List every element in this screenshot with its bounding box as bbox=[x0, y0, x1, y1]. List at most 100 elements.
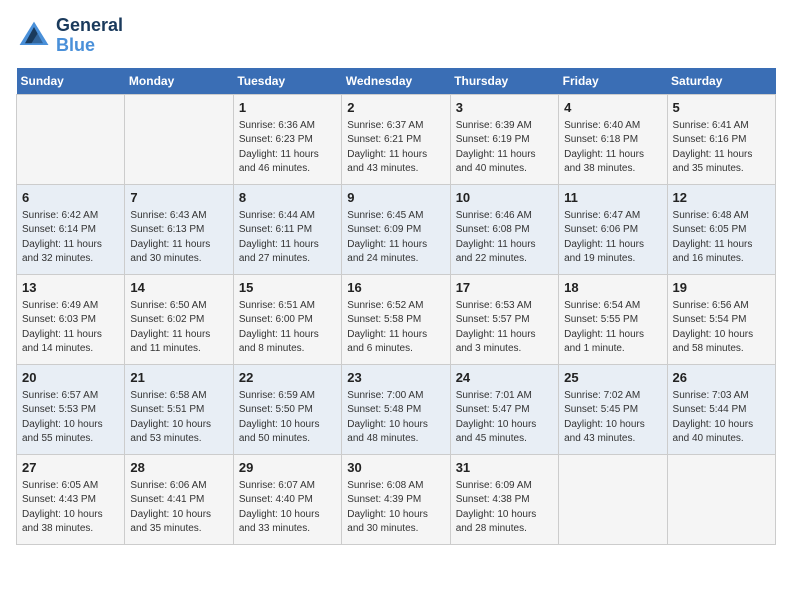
sunrise-label: Sunrise: 6:47 AM bbox=[564, 210, 640, 221]
calendar-cell: 5 Sunrise: 6:41 AM Sunset: 6:16 PM Dayli… bbox=[667, 94, 775, 184]
sunset-label: Sunset: 5:57 PM bbox=[456, 314, 530, 325]
sunset-label: Sunset: 6:21 PM bbox=[347, 134, 421, 145]
day-number: 5 bbox=[673, 99, 770, 117]
sunset-label: Sunset: 4:39 PM bbox=[347, 494, 421, 505]
weekday-header: Thursday bbox=[450, 68, 558, 95]
sunset-label: Sunset: 6:09 PM bbox=[347, 224, 421, 235]
sunrise-label: Sunrise: 6:45 AM bbox=[347, 210, 423, 221]
sunrise-label: Sunrise: 6:54 AM bbox=[564, 300, 640, 311]
weekday-header: Saturday bbox=[667, 68, 775, 95]
day-number: 7 bbox=[130, 189, 227, 207]
day-number: 1 bbox=[239, 99, 336, 117]
daylight-label: Daylight: 10 hours and 53 minutes. bbox=[130, 419, 211, 445]
sunset-label: Sunset: 6:02 PM bbox=[130, 314, 204, 325]
day-number: 17 bbox=[456, 279, 553, 297]
day-info: Sunrise: 6:41 AM Sunset: 6:16 PM Dayligh… bbox=[673, 119, 770, 177]
day-info: Sunrise: 6:58 AM Sunset: 5:51 PM Dayligh… bbox=[130, 389, 227, 447]
calendar-header: SundayMondayTuesdayWednesdayThursdayFrid… bbox=[17, 68, 776, 95]
sunrise-label: Sunrise: 6:36 AM bbox=[239, 120, 315, 131]
calendar-week-row: 6 Sunrise: 6:42 AM Sunset: 6:14 PM Dayli… bbox=[17, 184, 776, 274]
weekday-header: Monday bbox=[125, 68, 233, 95]
sunset-label: Sunset: 6:03 PM bbox=[22, 314, 96, 325]
sunrise-label: Sunrise: 6:40 AM bbox=[564, 120, 640, 131]
calendar-week-row: 27 Sunrise: 6:05 AM Sunset: 4:43 PM Dayl… bbox=[17, 454, 776, 544]
weekday-header: Friday bbox=[559, 68, 667, 95]
day-number: 4 bbox=[564, 99, 661, 117]
day-info: Sunrise: 6:44 AM Sunset: 6:11 PM Dayligh… bbox=[239, 209, 336, 267]
daylight-label: Daylight: 10 hours and 28 minutes. bbox=[456, 509, 537, 535]
day-info: Sunrise: 6:36 AM Sunset: 6:23 PM Dayligh… bbox=[239, 119, 336, 177]
sunset-label: Sunset: 4:40 PM bbox=[239, 494, 313, 505]
sunrise-label: Sunrise: 6:48 AM bbox=[673, 210, 749, 221]
logo-icon bbox=[16, 18, 52, 54]
day-info: Sunrise: 6:45 AM Sunset: 6:09 PM Dayligh… bbox=[347, 209, 444, 267]
sunrise-label: Sunrise: 7:01 AM bbox=[456, 390, 532, 401]
day-info: Sunrise: 7:02 AM Sunset: 5:45 PM Dayligh… bbox=[564, 389, 661, 447]
calendar-cell: 21 Sunrise: 6:58 AM Sunset: 5:51 PM Dayl… bbox=[125, 364, 233, 454]
daylight-label: Daylight: 10 hours and 55 minutes. bbox=[22, 419, 103, 445]
daylight-label: Daylight: 11 hours and 32 minutes. bbox=[22, 239, 102, 265]
calendar-cell bbox=[667, 454, 775, 544]
daylight-label: Daylight: 10 hours and 35 minutes. bbox=[130, 509, 211, 535]
calendar-cell: 24 Sunrise: 7:01 AM Sunset: 5:47 PM Dayl… bbox=[450, 364, 558, 454]
calendar-cell: 14 Sunrise: 6:50 AM Sunset: 6:02 PM Dayl… bbox=[125, 274, 233, 364]
calendar-cell bbox=[17, 94, 125, 184]
daylight-label: Daylight: 10 hours and 58 minutes. bbox=[673, 329, 754, 355]
sunrise-label: Sunrise: 7:03 AM bbox=[673, 390, 749, 401]
sunrise-label: Sunrise: 6:57 AM bbox=[22, 390, 98, 401]
day-number: 30 bbox=[347, 459, 444, 477]
daylight-label: Daylight: 10 hours and 40 minutes. bbox=[673, 419, 754, 445]
day-number: 26 bbox=[673, 369, 770, 387]
day-number: 31 bbox=[456, 459, 553, 477]
calendar-cell: 20 Sunrise: 6:57 AM Sunset: 5:53 PM Dayl… bbox=[17, 364, 125, 454]
day-number: 22 bbox=[239, 369, 336, 387]
sunrise-label: Sunrise: 6:43 AM bbox=[130, 210, 206, 221]
day-info: Sunrise: 6:07 AM Sunset: 4:40 PM Dayligh… bbox=[239, 479, 336, 537]
calendar-cell: 29 Sunrise: 6:07 AM Sunset: 4:40 PM Dayl… bbox=[233, 454, 341, 544]
calendar-cell: 25 Sunrise: 7:02 AM Sunset: 5:45 PM Dayl… bbox=[559, 364, 667, 454]
daylight-label: Daylight: 11 hours and 1 minute. bbox=[564, 329, 644, 355]
day-number: 11 bbox=[564, 189, 661, 207]
day-info: Sunrise: 6:46 AM Sunset: 6:08 PM Dayligh… bbox=[456, 209, 553, 267]
logo-line1: General bbox=[56, 16, 123, 36]
sunset-label: Sunset: 6:13 PM bbox=[130, 224, 204, 235]
calendar-cell: 23 Sunrise: 7:00 AM Sunset: 5:48 PM Dayl… bbox=[342, 364, 450, 454]
day-number: 25 bbox=[564, 369, 661, 387]
sunset-label: Sunset: 6:14 PM bbox=[22, 224, 96, 235]
daylight-label: Daylight: 11 hours and 14 minutes. bbox=[22, 329, 102, 355]
day-number: 13 bbox=[22, 279, 119, 297]
day-number: 24 bbox=[456, 369, 553, 387]
sunrise-label: Sunrise: 6:52 AM bbox=[347, 300, 423, 311]
daylight-label: Daylight: 11 hours and 30 minutes. bbox=[130, 239, 210, 265]
calendar-week-row: 13 Sunrise: 6:49 AM Sunset: 6:03 PM Dayl… bbox=[17, 274, 776, 364]
calendar-cell: 7 Sunrise: 6:43 AM Sunset: 6:13 PM Dayli… bbox=[125, 184, 233, 274]
sunrise-label: Sunrise: 6:05 AM bbox=[22, 480, 98, 491]
sunrise-label: Sunrise: 6:59 AM bbox=[239, 390, 315, 401]
daylight-label: Daylight: 10 hours and 38 minutes. bbox=[22, 509, 103, 535]
page-header: General Blue bbox=[16, 16, 776, 56]
sunset-label: Sunset: 6:08 PM bbox=[456, 224, 530, 235]
calendar-cell: 3 Sunrise: 6:39 AM Sunset: 6:19 PM Dayli… bbox=[450, 94, 558, 184]
day-number: 8 bbox=[239, 189, 336, 207]
day-number: 20 bbox=[22, 369, 119, 387]
calendar-cell: 6 Sunrise: 6:42 AM Sunset: 6:14 PM Dayli… bbox=[17, 184, 125, 274]
day-info: Sunrise: 7:00 AM Sunset: 5:48 PM Dayligh… bbox=[347, 389, 444, 447]
calendar-cell: 10 Sunrise: 6:46 AM Sunset: 6:08 PM Dayl… bbox=[450, 184, 558, 274]
sunset-label: Sunset: 5:54 PM bbox=[673, 314, 747, 325]
daylight-label: Daylight: 10 hours and 50 minutes. bbox=[239, 419, 320, 445]
day-number: 23 bbox=[347, 369, 444, 387]
sunrise-label: Sunrise: 6:42 AM bbox=[22, 210, 98, 221]
sunrise-label: Sunrise: 6:51 AM bbox=[239, 300, 315, 311]
calendar-cell: 26 Sunrise: 7:03 AM Sunset: 5:44 PM Dayl… bbox=[667, 364, 775, 454]
daylight-label: Daylight: 11 hours and 27 minutes. bbox=[239, 239, 319, 265]
day-number: 9 bbox=[347, 189, 444, 207]
day-number: 29 bbox=[239, 459, 336, 477]
calendar-cell: 31 Sunrise: 6:09 AM Sunset: 4:38 PM Dayl… bbox=[450, 454, 558, 544]
daylight-label: Daylight: 11 hours and 3 minutes. bbox=[456, 329, 536, 355]
calendar-cell: 17 Sunrise: 6:53 AM Sunset: 5:57 PM Dayl… bbox=[450, 274, 558, 364]
day-number: 10 bbox=[456, 189, 553, 207]
day-number: 15 bbox=[239, 279, 336, 297]
day-info: Sunrise: 6:48 AM Sunset: 6:05 PM Dayligh… bbox=[673, 209, 770, 267]
sunrise-label: Sunrise: 6:06 AM bbox=[130, 480, 206, 491]
calendar-cell: 22 Sunrise: 6:59 AM Sunset: 5:50 PM Dayl… bbox=[233, 364, 341, 454]
